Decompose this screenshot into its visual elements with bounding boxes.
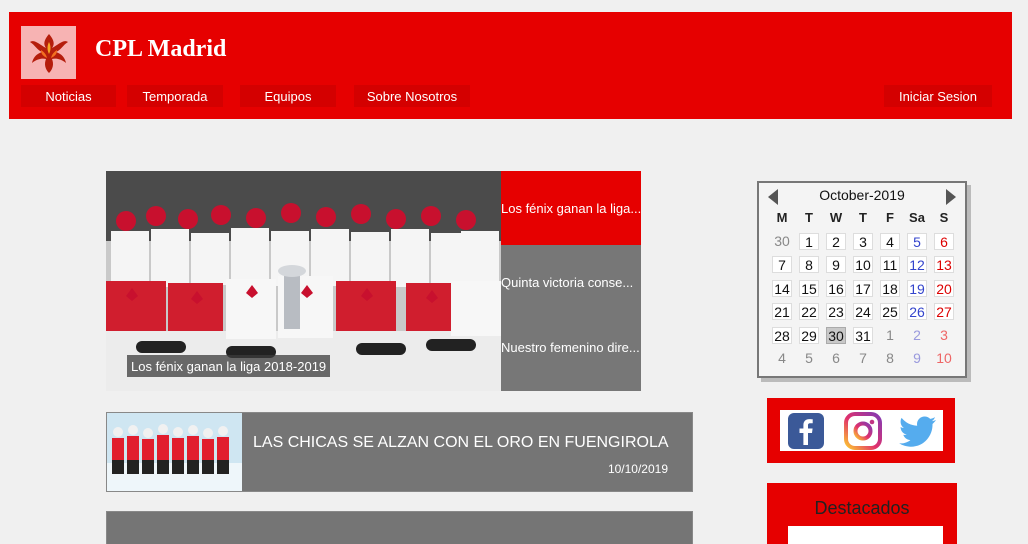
calendar-day[interactable]: 2 — [907, 327, 927, 344]
calendar-weekday-header: T — [859, 210, 867, 225]
calendar-weekday-header: S — [939, 210, 949, 225]
news-thumbnail[interactable] — [107, 413, 242, 491]
featured-title: Destacados — [814, 498, 910, 518]
calendar-weekday-header: T — [805, 210, 813, 225]
calendar-day[interactable]: 18 — [880, 279, 900, 297]
calendar-weekday-header: Sa — [909, 210, 925, 225]
calendar-day[interactable]: 10 — [934, 350, 954, 367]
social-links — [767, 398, 955, 463]
calendar-day[interactable]: 27 — [934, 303, 954, 321]
calendar-day[interactable]: 11 — [880, 256, 900, 274]
news-carousel: Los fénix ganan la liga 2018-2019 Los fé… — [106, 171, 641, 391]
calendar-day[interactable]: 1 — [880, 327, 900, 344]
instagram-icon[interactable] — [844, 412, 882, 450]
nav-sobre-nosotros[interactable]: Sobre Nosotros — [354, 85, 470, 107]
calendar-day[interactable]: 3 — [853, 233, 873, 250]
calendar-day[interactable]: 16 — [826, 279, 846, 297]
news-date: 10/10/2019 — [607, 462, 668, 476]
calendar-day[interactable]: 5 — [799, 350, 819, 367]
calendar-day[interactable]: 7 — [772, 256, 792, 274]
calendar-day[interactable]: 20 — [934, 279, 954, 297]
news-title[interactable]: LAS CHICAS SE ALZAN CON EL ORO EN FUENGI… — [253, 434, 669, 452]
calendar-day[interactable]: 12 — [907, 256, 927, 274]
calendar-day[interactable]: 17 — [853, 279, 873, 297]
calendar-day[interactable]: 8 — [880, 350, 900, 367]
news-card[interactable]: LAS CHICAS SE ALZAN CON EL ORO EN FUENGI… — [106, 412, 693, 492]
calendar-day[interactable]: 28 — [772, 326, 792, 344]
calendar-day[interactable]: 19 — [907, 279, 927, 297]
carousel-tab-3[interactable]: Nuestro femenino dire... — [501, 319, 641, 391]
calendar-weekday-header: F — [886, 210, 894, 225]
calendar-month-title: October-2019 — [819, 187, 905, 203]
calendar-day[interactable]: 21 — [772, 303, 792, 321]
calendar-day[interactable]: 6 — [826, 350, 846, 367]
calendar-day[interactable]: 26 — [907, 303, 927, 321]
site-title: CPL Madrid — [95, 36, 227, 62]
featured-panel: Destacados — [767, 483, 957, 544]
calendar-day[interactable]: 9 — [907, 350, 927, 367]
calendar-day[interactable]: 9 — [826, 256, 846, 274]
twitter-icon[interactable] — [898, 412, 936, 450]
calendar-next-month-icon[interactable] — [946, 189, 956, 205]
calendar-day[interactable]: 30 — [772, 233, 792, 250]
nav-equipos[interactable]: Equipos — [240, 85, 336, 107]
calendar-day[interactable]: 24 — [853, 303, 873, 321]
calendar-day[interactable]: 13 — [934, 256, 954, 274]
calendar-day[interactable]: 7 — [853, 350, 873, 367]
phoenix-logo-icon[interactable] — [21, 26, 76, 79]
carousel-tab-2[interactable]: Quinta victoria conse... — [501, 245, 641, 319]
calendar-day[interactable]: 4 — [880, 233, 900, 250]
calendar-widget: October-2019 M T W T F Sa S 30 1 2 3 4 5 6 7 8 9 10 11 12 13… — [757, 181, 967, 378]
calendar-day[interactable]: 31 — [853, 326, 873, 344]
carousel-tab-1[interactable]: Los fénix ganan la liga... — [501, 171, 641, 245]
calendar-day[interactable]: 8 — [799, 256, 819, 274]
news-card-next[interactable] — [106, 511, 693, 544]
calendar-day[interactable]: 15 — [799, 279, 819, 297]
calendar-weekday-header: W — [829, 210, 843, 225]
calendar-day[interactable]: 14 — [772, 279, 792, 297]
featured-content — [788, 526, 943, 544]
calendar-day[interactable]: 25 — [880, 303, 900, 321]
calendar-weekday-header: M — [776, 210, 788, 225]
calendar-day[interactable]: 2 — [826, 233, 846, 250]
calendar-day[interactable]: 6 — [934, 233, 954, 250]
calendar-day[interactable]: 30 — [826, 326, 846, 344]
calendar-day[interactable]: 10 — [853, 256, 873, 274]
login-button[interactable]: Iniciar Sesion — [884, 85, 992, 107]
calendar-day[interactable]: 1 — [799, 233, 819, 250]
calendar-day[interactable]: 3 — [934, 327, 954, 344]
nav-noticias[interactable]: Noticias — [21, 85, 116, 107]
site-header: CPL Madrid Noticias Temporada Equipos So… — [9, 12, 1012, 119]
calendar-day[interactable]: 29 — [799, 326, 819, 344]
carousel-caption: Los fénix ganan la liga 2018-2019 — [127, 355, 331, 377]
calendar-day[interactable]: 5 — [907, 233, 927, 250]
nav-temporada[interactable]: Temporada — [127, 85, 223, 107]
calendar-day[interactable]: 4 — [772, 350, 792, 367]
calendar-day[interactable]: 22 — [799, 303, 819, 321]
social-icons-bar — [780, 410, 943, 451]
calendar-day[interactable]: 23 — [826, 303, 846, 321]
facebook-icon[interactable] — [787, 412, 825, 450]
